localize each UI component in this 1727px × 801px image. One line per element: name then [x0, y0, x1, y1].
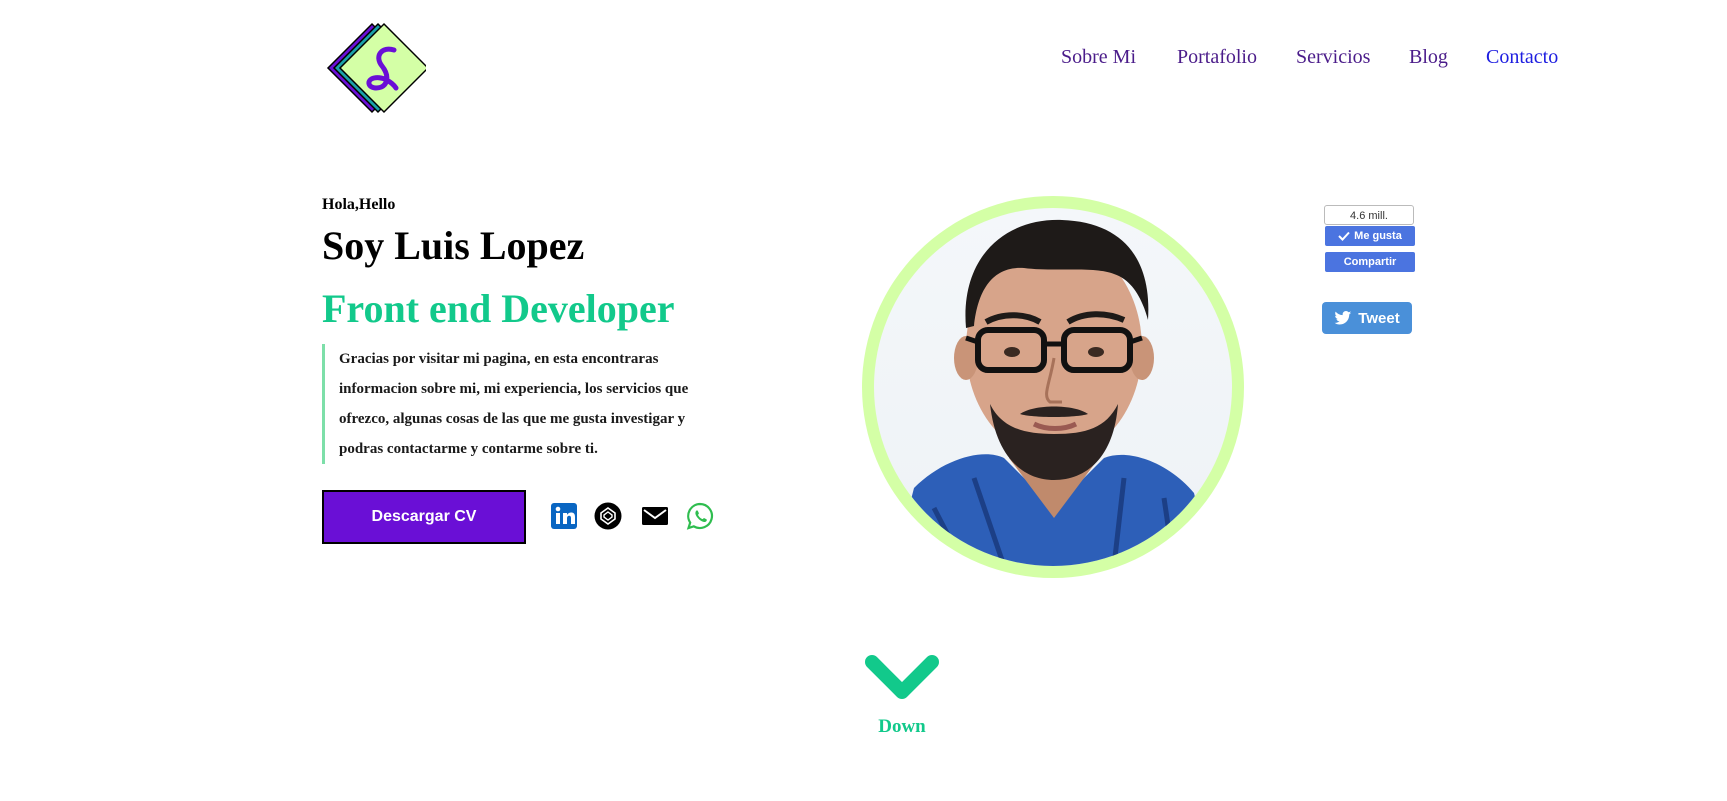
- facebook-like-count: 4.6 mill.: [1324, 205, 1414, 225]
- hero-intro: Gracias por visitar mi pagina, en esta e…: [322, 344, 732, 464]
- chevron-down-icon[interactable]: [864, 654, 940, 704]
- scroll-down-label[interactable]: Down: [862, 716, 942, 738]
- codepen-icon[interactable]: [594, 502, 622, 530]
- hero-role: Front end Developer: [322, 286, 675, 331]
- check-icon: [1338, 231, 1350, 241]
- tweet-button[interactable]: Tweet: [1322, 302, 1412, 334]
- tweet-label: Tweet: [1358, 309, 1400, 327]
- email-icon[interactable]: [640, 502, 670, 530]
- nav-blog[interactable]: Blog: [1409, 46, 1448, 69]
- nav-contacto[interactable]: Contacto: [1486, 46, 1558, 69]
- profile-photo: [874, 208, 1232, 566]
- hero-name: Soy Luis Lopez: [322, 223, 585, 268]
- portrait-illustration: [894, 219, 1212, 566]
- profile-photo-frame: [862, 196, 1244, 578]
- nav-sobre-mi[interactable]: Sobre Mi: [1061, 46, 1136, 69]
- greeting: Hola,Hello: [322, 196, 396, 213]
- whatsapp-icon[interactable]: [686, 502, 714, 530]
- main-nav: Sobre Mi Portafolio Servicios Blog Conta…: [0, 46, 1727, 70]
- nav-portafolio[interactable]: Portafolio: [1177, 46, 1257, 69]
- facebook-widget: 4.6 mill. Me gusta Compartir: [1324, 205, 1416, 273]
- download-cv-button[interactable]: Descargar CV: [322, 490, 526, 544]
- facebook-like-button[interactable]: Me gusta: [1325, 226, 1415, 246]
- nav-servicios[interactable]: Servicios: [1296, 46, 1370, 69]
- facebook-share-button[interactable]: Compartir: [1325, 252, 1415, 272]
- linkedin-icon[interactable]: [550, 502, 578, 530]
- twitter-bird-icon: [1334, 310, 1352, 324]
- facebook-like-label: Me gusta: [1354, 230, 1402, 242]
